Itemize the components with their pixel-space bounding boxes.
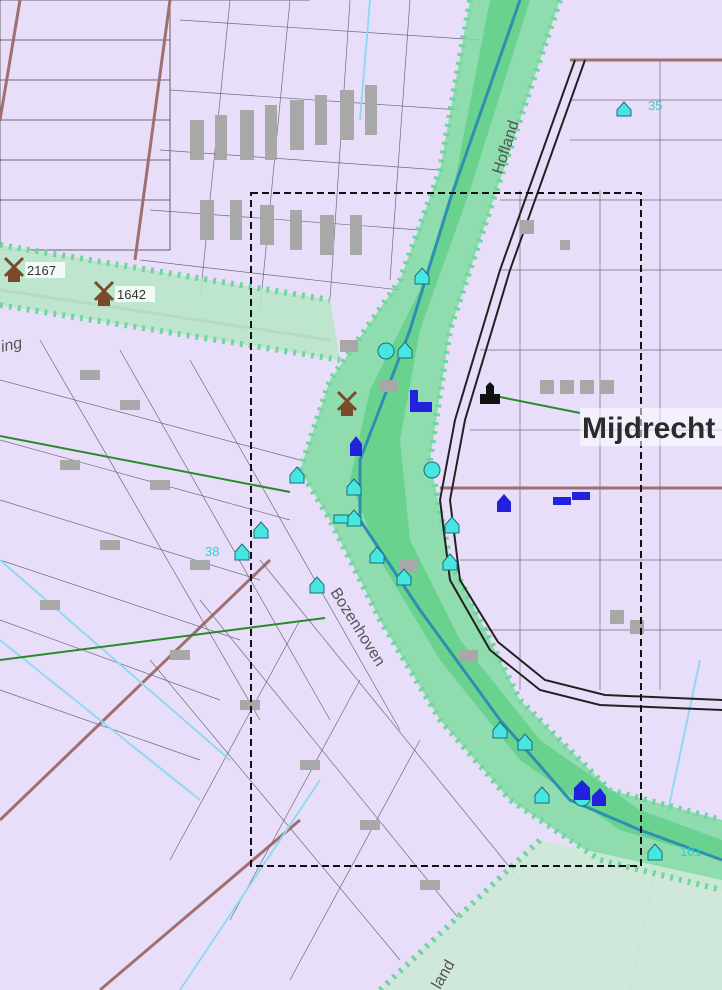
place-label: Mijdrecht bbox=[582, 412, 715, 445]
windmill-label-2167: 2167 bbox=[27, 263, 56, 278]
marker-number-38: 38 bbox=[205, 544, 219, 559]
marker-number-101: 101 bbox=[680, 844, 702, 859]
marker-number-35: 35 bbox=[648, 98, 662, 113]
map-canvas[interactable]: 2167 1642 35 38 101 Hofland Bozenhoven i… bbox=[0, 0, 722, 990]
windmill-label-1642: 1642 bbox=[117, 287, 146, 302]
